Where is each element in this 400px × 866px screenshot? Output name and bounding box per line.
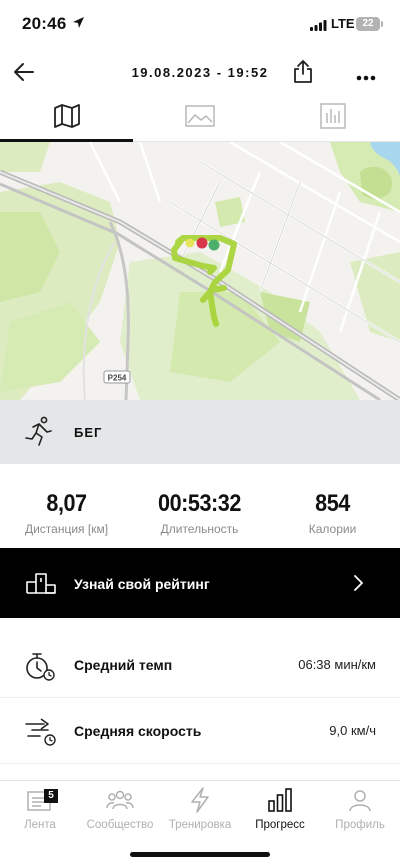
nav-label: Прогресс bbox=[255, 819, 305, 831]
home-indicator[interactable] bbox=[130, 852, 270, 857]
community-icon bbox=[106, 789, 134, 816]
location-arrow-icon bbox=[72, 16, 85, 34]
nav-feed[interactable]: 5 Лента bbox=[0, 787, 80, 831]
share-icon[interactable] bbox=[291, 58, 315, 89]
activity-label: БЕГ bbox=[74, 425, 103, 440]
nav-training[interactable]: Тренировка bbox=[160, 786, 240, 831]
stat-duration: 00:53:32 Длительность bbox=[133, 490, 266, 536]
stat-distance: 8,07 Дистанция [км] bbox=[0, 490, 133, 536]
map-canvas: P254 bbox=[0, 142, 400, 400]
pace-stopwatch-icon bbox=[24, 650, 56, 687]
tab-photos[interactable] bbox=[133, 96, 266, 141]
rating-label: Узнай свой рейтинг bbox=[74, 576, 210, 592]
stat-label: Длительность bbox=[160, 522, 239, 536]
status-bar: 20:46 LTE 22 bbox=[0, 0, 400, 48]
stat-value: 854 bbox=[315, 490, 350, 517]
metric-value: 9,0 км/ч bbox=[329, 723, 376, 738]
nav-label: Сообщество bbox=[86, 819, 154, 831]
activity-type-row: БЕГ bbox=[0, 400, 400, 464]
network-type: LTE bbox=[331, 16, 355, 31]
metric-avg-pace: Средний темп 06:38 мин/км bbox=[0, 632, 400, 698]
chevron-right-icon bbox=[352, 575, 364, 596]
metric-label: Средний темп bbox=[74, 657, 173, 673]
metric-value: 06:38 мин/км bbox=[298, 657, 376, 672]
metric-avg-speed: Средняя скорость 9,0 км/ч bbox=[0, 698, 400, 764]
image-icon bbox=[185, 105, 215, 132]
stat-label: Калории bbox=[308, 522, 357, 536]
rating-banner[interactable]: Узнай свой рейтинг bbox=[0, 548, 400, 618]
nav-label: Лента bbox=[24, 819, 56, 831]
nav-profile[interactable]: Профиль bbox=[320, 787, 400, 831]
nav-label: Тренировка bbox=[168, 819, 232, 831]
summary-stats: 8,07 Дистанция [км] 00:53:32 Длительност… bbox=[0, 464, 400, 548]
nav-progress[interactable]: Прогресс bbox=[240, 787, 320, 831]
header: 19.08.2023 - 19:52 bbox=[0, 48, 400, 96]
map-icon bbox=[53, 103, 81, 134]
more-options-icon[interactable] bbox=[356, 68, 376, 86]
progress-bars-icon bbox=[268, 787, 292, 817]
status-time: 20:46 bbox=[22, 14, 67, 33]
speed-icon bbox=[24, 716, 58, 753]
stat-value: 00:53:32 bbox=[158, 490, 241, 517]
stat-calories: 854 Калории bbox=[266, 490, 399, 536]
stat-label: Дистанция [км] bbox=[24, 522, 109, 536]
metric-label: Средняя скорость bbox=[74, 723, 202, 739]
tab-stats[interactable] bbox=[267, 96, 400, 141]
signal-icon bbox=[310, 18, 327, 36]
lightning-icon bbox=[189, 786, 211, 818]
road-label: P254 bbox=[108, 374, 127, 383]
stat-value: 8,07 bbox=[46, 490, 87, 517]
battery-icon: 22 bbox=[356, 17, 383, 31]
page-title: 19.08.2023 - 19:52 bbox=[131, 65, 269, 80]
podium-icon bbox=[26, 572, 56, 599]
route-map[interactable]: P254 bbox=[0, 142, 400, 400]
running-icon bbox=[24, 416, 54, 453]
stats-icon bbox=[320, 103, 347, 134]
nav-label: Профиль bbox=[335, 819, 385, 831]
tab-map[interactable] bbox=[0, 96, 134, 142]
profile-icon bbox=[348, 788, 372, 817]
notification-badge: 5 bbox=[44, 789, 58, 803]
detail-tabs bbox=[0, 96, 400, 142]
nav-community[interactable]: Сообщество bbox=[80, 787, 160, 831]
